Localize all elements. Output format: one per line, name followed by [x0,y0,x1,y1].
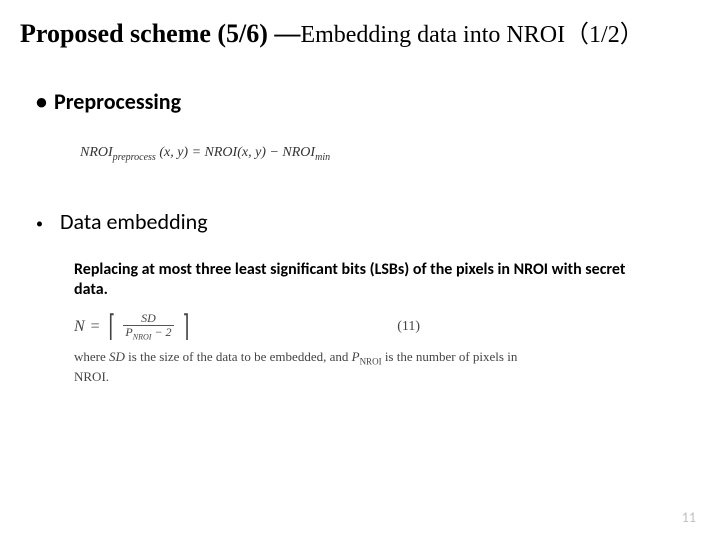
f1-lhs-args: (x, y) [159,145,188,160]
title-sub: Embedding data into NROI（1/2） [300,22,643,48]
slide-title: Proposed scheme (5/6) —Embedding data in… [20,14,644,49]
title-main: Proposed scheme (5/6) — [20,19,300,48]
den-base: P [125,325,132,339]
bullet-dot-icon: • [36,215,60,232]
f1-lhs-sub: preprocess [113,152,156,163]
frac-num: SD [139,312,158,325]
fraction: SD PNROI − 2 [123,312,173,341]
f1-r1-args: (x, y) [237,145,266,160]
f1-r1-base: NROI [205,145,238,160]
f1-lhs-base: NROI [80,145,113,160]
equation-description: where SD is the size of the data to be e… [74,348,554,385]
where-p-sub: NROI [360,357,382,367]
f1-eq: = [192,145,201,160]
where-1a: where [74,349,109,364]
frac-den: PNROI − 2 [123,325,173,342]
bullet-preprocessing: •Preprocessing [36,88,181,115]
bullet-data-embedding-label: Data embedding [60,208,208,235]
eq-equals: = [91,318,100,336]
slide: Proposed scheme (5/6) —Embedding data in… [0,0,720,540]
embedding-description: Replacing at most three least significan… [74,260,644,300]
bullet-data-embedding: •Data embedding [36,208,208,235]
bullet-dot-icon: • [36,88,54,115]
formula-preprocess: NROIpreprocess (x, y) = NROI(x, y) − NRO… [80,145,330,163]
eq-N: N [74,318,85,336]
where-1c: is the size of the data to be embedded, … [125,349,352,364]
equation-row: N = ⌈ SD PNROI − 2 ⌉ (11) [74,312,464,342]
where-p: P [352,349,360,364]
f1-minus: − [269,145,278,160]
ceil-right-icon: ⌉ [182,312,189,342]
f1-r2-sub: min [315,152,330,163]
den-tail: − 2 [151,325,171,339]
bullet-preprocessing-label: Preprocessing [54,88,181,115]
ceil-left-icon: ⌈ [108,312,115,342]
formula-N: N = ⌈ SD PNROI − 2 ⌉ (11) where SD is th… [74,312,464,385]
equation-tag: (11) [397,319,420,335]
page-number: 11 [682,509,696,526]
f1-r2-base: NROI [282,145,315,160]
den-sub: NROI [133,332,152,341]
where-sd: SD [109,349,125,364]
